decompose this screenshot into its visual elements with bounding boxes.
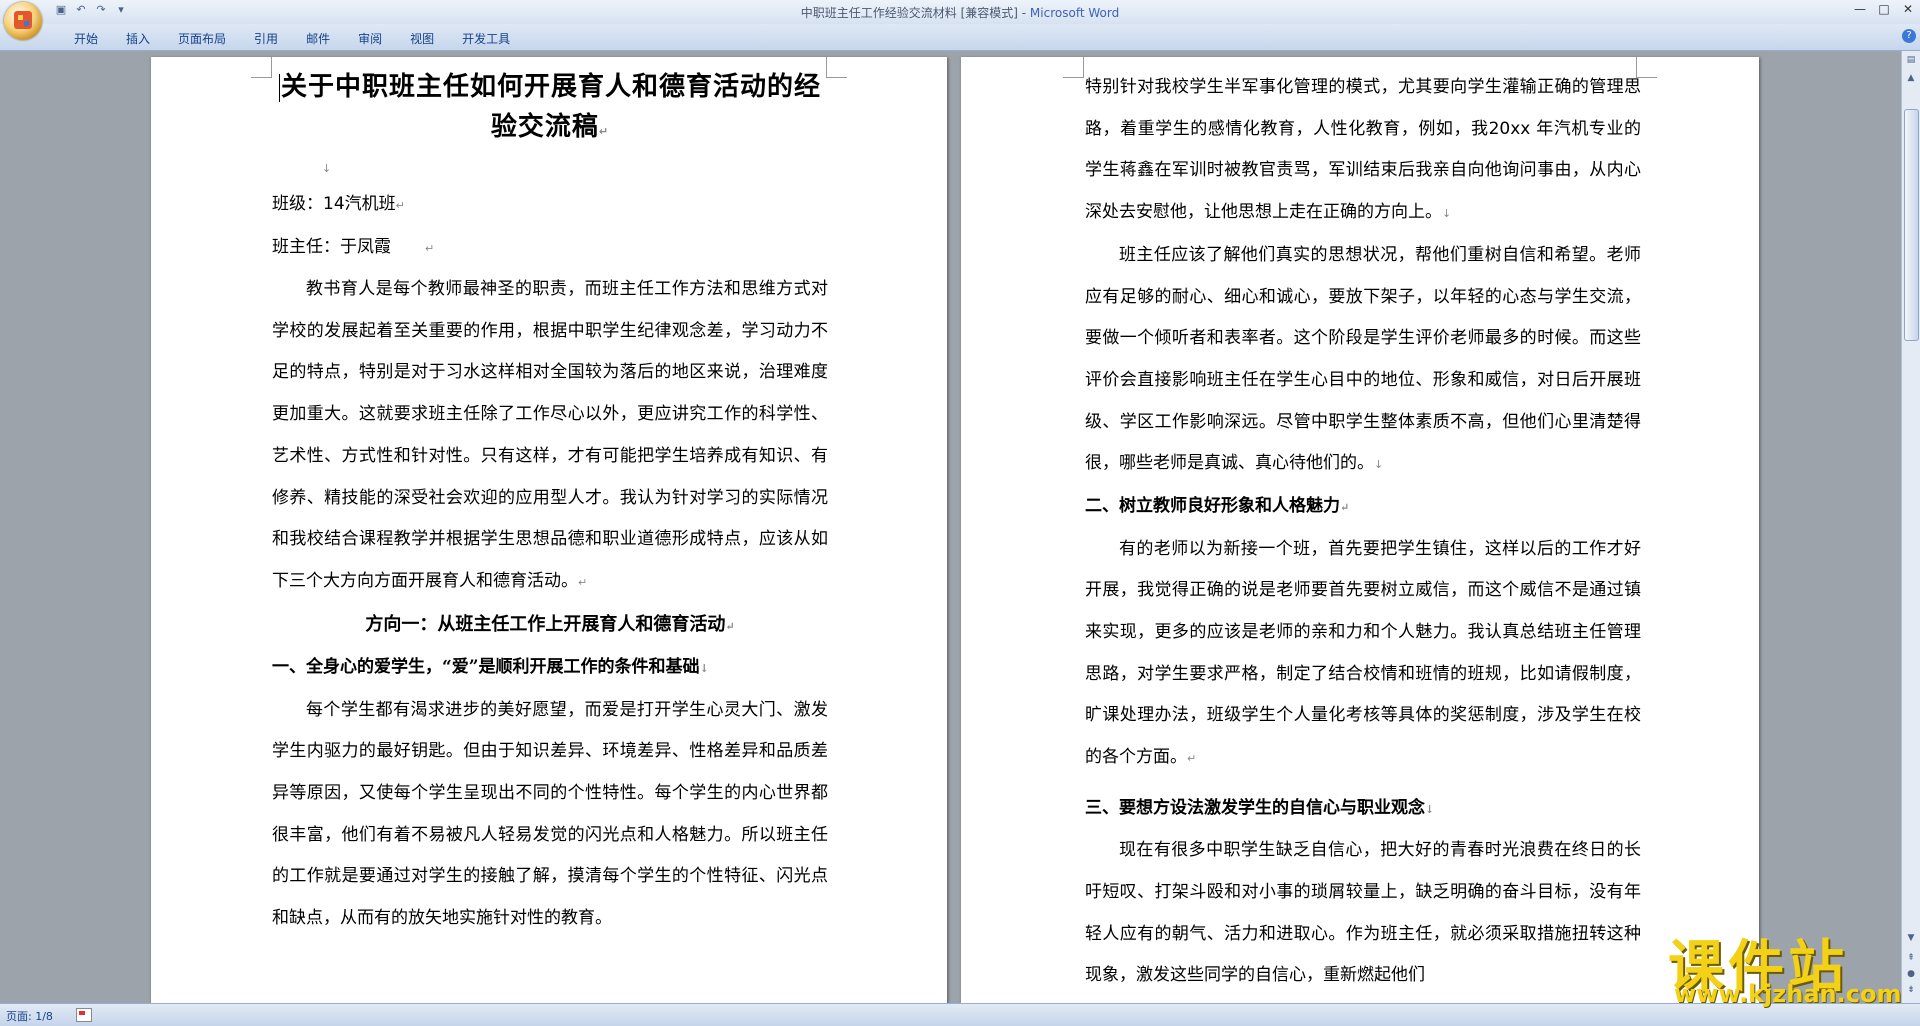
app-name: Microsoft Word [1029,6,1120,20]
tab-home[interactable]: 开始 [60,30,112,47]
line-break-mark: ↓ [1442,207,1452,221]
document-page-2[interactable]: 特别针对我校学生半军事化管理的模式，尤其要向学生灌输正确的管理思路，着重学生的感… [961,57,1759,1003]
title-bar: ▣ ↶ ↷ ▾ 中职班主任工作经验交流材料 [兼容模式] - Microsoft… [0,0,1920,24]
paragraph-text: 每个学生都有渴求进步的美好愿望，而爱是打开学生心灵大门、激发学生内驱力的最好钥匙… [272,699,828,929]
page-1-text: 关于中职班主任如何开展育人和德育活动的经验交流稿↵ ↓ 班级：14汽机班↵ 班主… [272,67,828,940]
paragraph-text: 班主任应该了解他们真实的思想状况，帮他们重树自信和希望。老师应有足够的耐心、细心… [1085,244,1641,474]
paragraph: 现在有很多中职学生缺乏自信心，把大好的青春时光浪费在终日的长吁短叹、打架斗殴和对… [1085,830,1641,997]
subsection-heading: 三、要想方设法激发学生的自信心与职业观念↓ [1085,788,1641,831]
paragraph-mark: ↵ [578,575,588,589]
paragraph-text: 特别针对我校学生半军事化管理的模式，尤其要向学生灌输正确的管理思路，着重学生的感… [1085,77,1641,223]
title-text: 关于中职班主任如何开展育人和德育活动的经验交流稿 [280,72,821,142]
line-break-mark: ↓ [1425,802,1435,816]
teacher-line: 班主任：于凤霞 ↵ [272,227,828,270]
paragraph-mark: ↵ [395,199,405,212]
minimize-button[interactable]: — [1848,0,1872,18]
blank-line: ↓ [272,152,828,184]
paragraph: 特别针对我校学生半军事化管理的模式，尤其要向学生灌输正确的管理思路，着重学生的感… [1085,67,1641,235]
office-logo-icon [14,11,32,29]
teacher-text: 班主任：于凤霞 [272,236,391,257]
tab-view[interactable]: 视图 [396,30,448,47]
paragraph-mark: ↵ [598,125,610,138]
close-button[interactable]: ✕ [1896,0,1920,18]
tab-references[interactable]: 引用 [240,30,292,47]
paragraph-mark: ↵ [725,619,735,633]
ribbon-tab-bar: 开始 插入 页面布局 引用 邮件 审阅 视图 开发工具 ? [0,24,1920,51]
paragraph-mark: ↵ [1187,752,1197,766]
help-icon[interactable]: ? [1902,29,1916,43]
vertical-scrollbar[interactable]: ▤ ▲ ▼ ⇞ ● ⇟ [1901,51,1920,1003]
page-indicator[interactable]: 页面: 1/8 [6,1008,53,1024]
tab-mailings[interactable]: 邮件 [292,30,344,47]
paragraph: 班主任应该了解他们真实的思想状况，帮他们重树自信和希望。老师应有足够的耐心、细心… [1085,235,1641,486]
document-title: 中职班主任工作经验交流材料 [兼容模式] - [800,6,1030,20]
tab-page-layout[interactable]: 页面布局 [164,30,240,47]
watermark-url: www.kjzhan.com [1674,980,1902,1008]
watermark: 课件站 www.kjzhan.com [1668,922,1908,1008]
section-heading: 方向一：从班主任工作上开展育人和德育活动↵ [272,604,828,648]
class-text: 班级：14汽机班 [272,194,396,214]
heading-text: 方向一：从班主任工作上开展育人和德育活动 [365,613,726,635]
office-button[interactable] [4,2,42,40]
document-title-heading: 关于中职班主任如何开展育人和德育活动的经验交流稿↵ [272,67,828,152]
paragraph-mark: ↵ [1340,501,1350,515]
page-2-text: 特别针对我校学生半军事化管理的模式，尤其要向学生灌输正确的管理思路，着重学生的感… [1085,67,1641,997]
heading-text: 三、要想方设法激发学生的自信心与职业观念 [1085,797,1425,818]
paragraph-mark: ↵ [425,241,435,255]
scroll-up-icon[interactable]: ▲ [1904,71,1918,85]
line-break-mark: ↓ [322,162,332,175]
tab-review[interactable]: 审阅 [344,30,396,47]
ribbon-tabs: 开始 插入 页面布局 引用 邮件 审阅 视图 开发工具 [60,30,524,47]
paragraph: 教书育人是每个教师最神圣的职责，而班主任工作方法和思维方式对学校的发展起着至关重… [272,269,828,604]
ruler-toggle-icon[interactable]: ▤ [1904,53,1918,67]
heading-text: 二、树立教师良好形象和人格魅力 [1085,496,1340,517]
proofing-icon[interactable] [76,1008,92,1022]
window-title: 中职班主任工作经验交流材料 [兼容模式] - Microsoft Word [0,4,1920,21]
status-bar: 页面: 1/8 [0,1003,1920,1026]
crop-mark [826,57,847,78]
crop-mark [1063,57,1084,78]
paragraph-mark: ↓ [699,662,709,676]
crop-mark [251,57,272,78]
document-area[interactable]: 关于中职班主任如何开展育人和德育活动的经验交流稿↵ ↓ 班级：14汽机班↵ 班主… [0,51,1902,1003]
heading-text: 一、全身心的爱学生，“爱”是顺利开展工作的条件和基础 [272,657,700,678]
tab-insert[interactable]: 插入 [112,30,164,47]
paragraph-text: 教书育人是每个教师最神圣的职责，而班主任工作方法和思维方式对学校的发展起着至关重… [272,279,828,591]
paragraph-text: 现在有很多中职学生缺乏自信心，把大好的青春时光浪费在终日的长吁短叹、打架斗殴和对… [1085,840,1641,986]
subsection-heading: 一、全身心的爱学生，“爱”是顺利开展工作的条件和基础↓ [272,647,828,690]
document-page-1[interactable]: 关于中职班主任如何开展育人和德育活动的经验交流稿↵ ↓ 班级：14汽机班↵ 班主… [151,57,947,1003]
paragraph: 每个学生都有渴求进步的美好愿望，而爱是打开学生心灵大门、激发学生内驱力的最好钥匙… [272,690,828,940]
paragraph: 有的老师以为新接一个班，首先要把学生镇住，这样以后的工作才好开展，我觉得正确的说… [1085,529,1641,780]
line-break-mark: ↓ [1374,458,1384,472]
tab-developer[interactable]: 开发工具 [448,30,524,47]
paragraph-text: 有的老师以为新接一个班，首先要把学生镇住，这样以后的工作才好开展，我觉得正确的说… [1085,538,1641,768]
window-controls: — □ ✕ [1848,0,1920,18]
text-cursor [278,73,280,102]
maximize-button[interactable]: □ [1872,0,1896,18]
scroll-thumb[interactable] [1904,109,1919,341]
class-line: 班级：14汽机班↵ [272,184,828,227]
subsection-heading: 二、树立教师良好形象和人格魅力↵ [1085,486,1641,529]
